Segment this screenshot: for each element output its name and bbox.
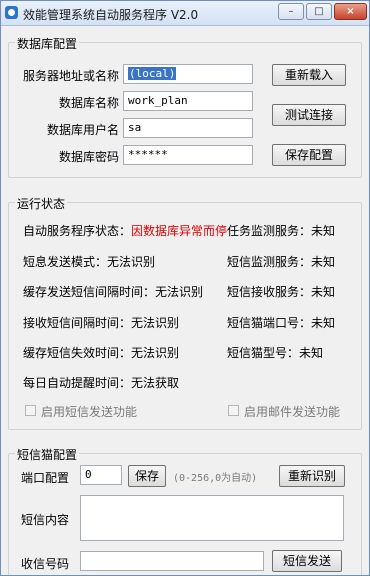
reidentify-button[interactable]: 重新识别 bbox=[279, 465, 345, 487]
sms-mode-status: 短息发送模式：无法识别 bbox=[23, 255, 156, 269]
sms-cat-legend: 短信猫配置 bbox=[15, 446, 80, 463]
dbname-input[interactable]: work_plan bbox=[123, 91, 253, 111]
cat-port-status: 短信猫端口号：未知 bbox=[227, 316, 336, 330]
close-button[interactable]: × bbox=[334, 3, 367, 20]
port-input[interactable]: 0 bbox=[80, 465, 122, 485]
run-status-legend: 运行状态 bbox=[15, 195, 68, 212]
server-input-value: (local) bbox=[128, 67, 177, 80]
minimize-button[interactable]: – bbox=[278, 3, 304, 20]
daily-remind-status: 每日自动提醒时间：无法获取 bbox=[23, 376, 180, 390]
auto-service-status: 因数据库异常而停止运行 bbox=[131, 224, 227, 238]
cache-expire-status: 缓存短信失效时间：无法识别 bbox=[23, 346, 180, 360]
phone-input[interactable] bbox=[80, 551, 264, 571]
db-config-legend: 数据库配置 bbox=[15, 35, 80, 52]
cat-model-status: 短信猫型号：未知 bbox=[227, 346, 324, 360]
maximize-button[interactable]: □ bbox=[306, 3, 332, 20]
auto-service-label: 自动服务程序状态： bbox=[23, 224, 132, 238]
title-bar: 效能管理系统自动服务程序 V2.0 – □ × bbox=[1, 1, 369, 26]
app-window: 效能管理系统自动服务程序 V2.0 – □ × 数据库配置 服务器地址或名称 (… bbox=[0, 0, 370, 576]
test-connection-button[interactable]: 测试连接 bbox=[272, 104, 346, 126]
dbname-label: 数据库名称 bbox=[58, 96, 119, 110]
password-label: 数据库密码 bbox=[58, 150, 119, 164]
task-monitor-status: 任务监测服务：未知 bbox=[227, 224, 336, 238]
phone-label: 收信号码 bbox=[21, 557, 70, 571]
send-sms-button[interactable]: 短信发送 bbox=[272, 550, 342, 572]
sms-receive-status: 短信接收服务：未知 bbox=[227, 285, 336, 299]
sms-monitor-status: 短信监测服务：未知 bbox=[227, 255, 336, 269]
user-label: 数据库用户名 bbox=[46, 123, 119, 137]
enable-mail-label: 启用邮件发送功能 bbox=[244, 405, 341, 419]
port-save-button[interactable]: 保存 bbox=[128, 465, 166, 487]
user-input[interactable]: sa bbox=[123, 118, 253, 138]
sms-content-input[interactable] bbox=[80, 495, 344, 541]
enable-mail-checkbox[interactable] bbox=[228, 405, 239, 416]
window-title: 效能管理系统自动服务程序 V2.0 bbox=[23, 8, 199, 22]
sms-content-label: 短信内容 bbox=[21, 513, 70, 527]
app-icon bbox=[5, 6, 18, 19]
port-hint: (0-256,0为自动) bbox=[173, 473, 258, 484]
reload-button[interactable]: 重新载入 bbox=[272, 64, 346, 86]
enable-sms-checkbox[interactable] bbox=[25, 405, 36, 416]
recv-interval-status: 接收短信间隔时间：无法识别 bbox=[23, 316, 180, 330]
password-input[interactable]: ****** bbox=[123, 145, 253, 165]
cache-interval-status: 缓存发送短信间隔时间：无法识别 bbox=[23, 285, 204, 299]
server-label: 服务器地址或名称 bbox=[22, 69, 119, 83]
enable-sms-label: 启用短信发送功能 bbox=[41, 405, 138, 419]
server-input[interactable]: (local) bbox=[123, 64, 253, 84]
port-label: 端口配置 bbox=[21, 471, 70, 485]
save-config-button[interactable]: 保存配置 bbox=[272, 144, 346, 166]
